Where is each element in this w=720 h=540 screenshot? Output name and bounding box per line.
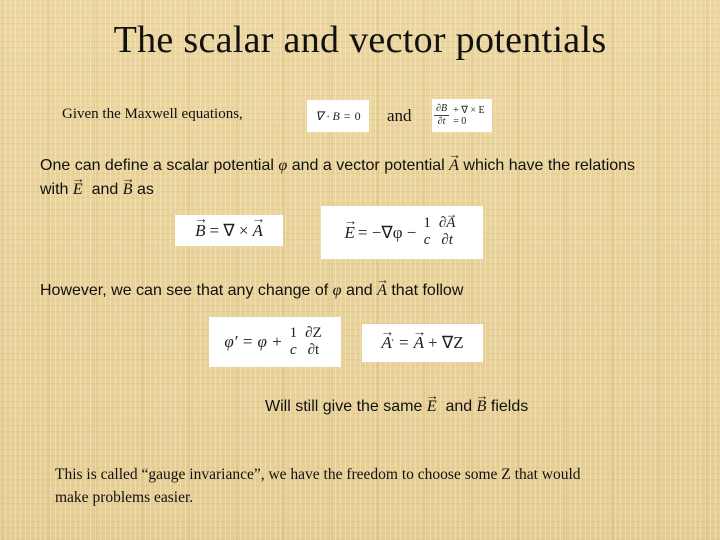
still-text: Will still give the same bbox=[265, 398, 423, 415]
still-text: and bbox=[445, 398, 473, 415]
frac-num: ∂Z bbox=[305, 324, 322, 341]
intro-text: as bbox=[136, 181, 154, 198]
equation-phi-gauge: φ′ = φ + 1 c ∂Z ∂t bbox=[209, 317, 341, 367]
vector-a-symbol: A bbox=[253, 221, 263, 241]
frac-den: c bbox=[423, 232, 431, 249]
vector-b-symbol: B bbox=[123, 181, 133, 199]
still-line: Will still give the same E and B fields bbox=[265, 398, 528, 416]
frac-den: ∂t bbox=[307, 341, 320, 358]
frac-den: c bbox=[289, 341, 297, 358]
intro-line-2: with E and B as bbox=[40, 181, 154, 199]
phi-symbol: φ bbox=[332, 282, 342, 299]
intro-text: and bbox=[91, 181, 119, 198]
however-line: However, we can see that any change of φ… bbox=[40, 282, 463, 300]
eq-text: = −∇φ − bbox=[357, 222, 417, 242]
still-text: fields bbox=[490, 398, 529, 415]
eq-text: φ′ = φ + bbox=[224, 332, 283, 351]
intro-text: and a vector potential bbox=[291, 157, 445, 174]
frac-num: 1 bbox=[289, 324, 298, 341]
vector-a-symbol: A bbox=[377, 282, 387, 300]
frac-den: ∂t bbox=[441, 232, 453, 249]
given-label: Given the Maxwell equations, bbox=[62, 106, 243, 122]
and-label: and bbox=[387, 106, 412, 125]
eq-text: + ∇Z bbox=[427, 333, 464, 352]
frac-num: 1 bbox=[423, 215, 431, 232]
faraday-den: ∂t bbox=[437, 115, 446, 127]
eq-div-b-rhs: 0 bbox=[354, 108, 361, 123]
eq-text: = bbox=[399, 333, 409, 352]
vector-a-symbol: A bbox=[414, 333, 424, 353]
faraday-num: ∂B bbox=[434, 103, 450, 116]
conclusion-line-1: This is called “gauge invariance”, we ha… bbox=[55, 466, 581, 483]
intro-text: which have the relations bbox=[463, 157, 636, 174]
equation-b-curl-a: B = ∇ × A bbox=[175, 215, 283, 246]
vector-b-symbol: B bbox=[477, 398, 487, 416]
equation-faraday: ∂B ∂t + ∇ × E = 0 bbox=[432, 99, 492, 132]
slide-title: The scalar and vector potentials bbox=[113, 19, 607, 61]
eq-text: = ∇ × bbox=[209, 220, 249, 240]
vector-a-symbol: A bbox=[449, 157, 459, 175]
however-text: and bbox=[345, 282, 373, 299]
equation-a-gauge: A′ = A + ∇Z bbox=[362, 324, 483, 362]
vector-a-symbol: A bbox=[381, 333, 391, 353]
vector-a-symbol: A bbox=[446, 216, 455, 232]
equation-e-potential: E = −∇φ − 1 c ∂A ∂t bbox=[321, 206, 483, 259]
faraday-rest: + ∇ × E = 0 bbox=[453, 104, 485, 127]
vector-e-symbol: E bbox=[427, 398, 437, 416]
however-text: However, we can see that any change of bbox=[40, 282, 329, 299]
vector-b-symbol: B bbox=[195, 221, 205, 241]
eq-div-b-lhs: ∇ · B bbox=[315, 108, 340, 123]
vector-e-symbol: E bbox=[345, 223, 355, 243]
vector-e-symbol: E bbox=[73, 181, 83, 199]
equation-div-b: ∇ · B = 0 bbox=[307, 100, 369, 132]
phi-symbol: φ bbox=[278, 157, 288, 174]
conclusion-line-2: make problems easier. bbox=[55, 489, 194, 506]
however-text: that follow bbox=[391, 282, 464, 299]
intro-text: with bbox=[40, 181, 69, 198]
eq-div-b-op: = bbox=[343, 108, 351, 123]
